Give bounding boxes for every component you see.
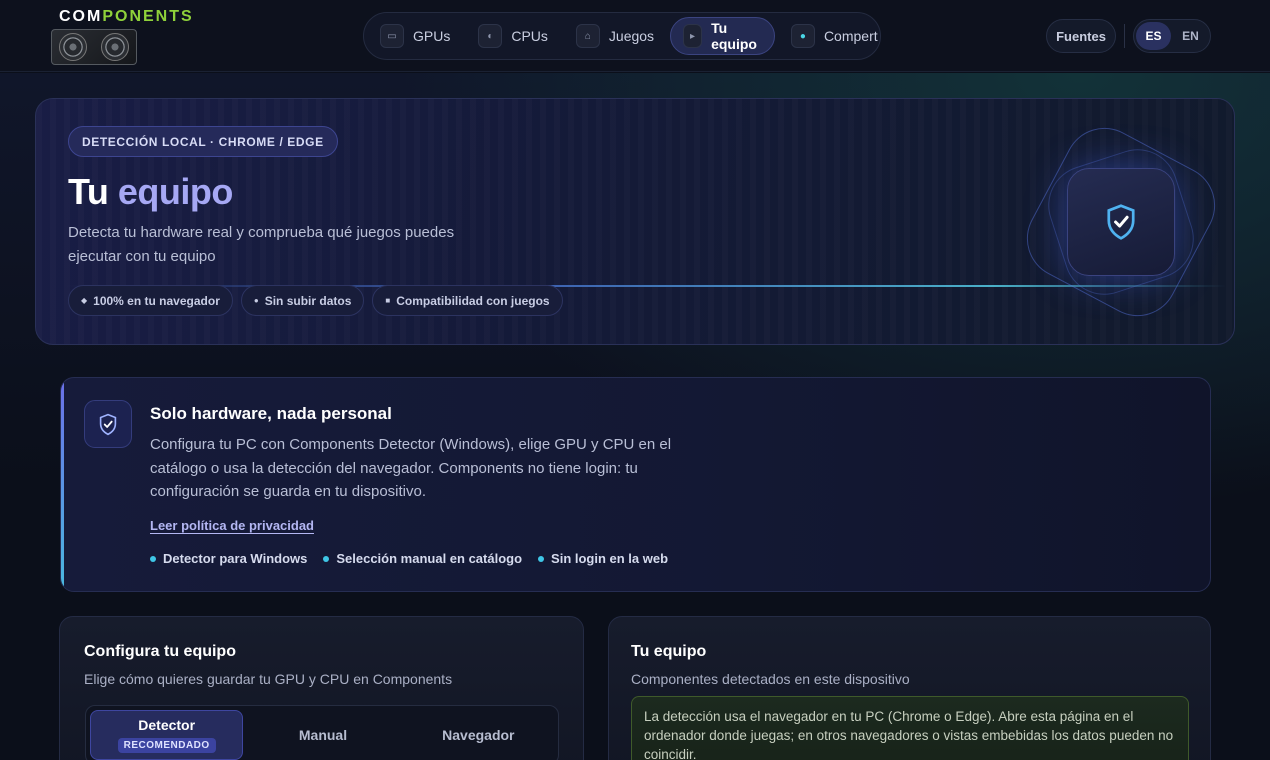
privacy-policy-link[interactable]: Leer política de privacidad	[150, 518, 314, 533]
logo-text-main: COM	[59, 8, 103, 25]
nav-item-label: Tu equipo	[711, 20, 757, 52]
language-switcher: ES EN	[1133, 19, 1211, 53]
hero-banner: DETECCIÓN LOCAL · CHROME / EDGE Tu equip…	[35, 98, 1235, 345]
lang-es-button[interactable]: ES	[1136, 22, 1171, 50]
monitor-icon: ■	[385, 296, 391, 305]
privacy-accent-bar	[61, 378, 64, 591]
sources-button[interactable]: Fuentes	[1046, 19, 1116, 53]
chip-label: Sin subir datos	[264, 293, 352, 308]
chip-label: Compatibilidad con juegos	[396, 293, 550, 308]
shield-check-icon	[1107, 204, 1135, 240]
bullet-dot-icon	[323, 555, 330, 562]
nav-item-label: Juegos	[608, 28, 655, 44]
top-bar: COMPONENTS ▭ GPUs ◐ CPUs ⌂ Juegos ▸ Tu e…	[0, 0, 1270, 72]
bullet-label: Detector para Windows	[163, 551, 308, 566]
configure-card: Configura tu equipo Elige cómo quieres g…	[59, 616, 584, 760]
logo-text-accent: PONENTS	[102, 8, 194, 25]
detection-badge: DETECCIÓN LOCAL · CHROME / EDGE	[68, 126, 338, 157]
recommended-badge: RECOMENDADO	[117, 738, 216, 753]
shield-check-icon	[99, 413, 117, 435]
privacy-shield-icon-box	[84, 400, 132, 448]
main-nav: ▭ GPUs ◐ CPUs ⌂ Juegos ▸ Tu equipo ● Com…	[363, 12, 881, 60]
chip-browser: ◆ 100% en tu navegador	[68, 285, 233, 316]
fan-icon	[59, 33, 87, 61]
bullet-item: Detector para Windows	[150, 551, 307, 566]
privacy-bullets: Detector para Windows Selección manual e…	[150, 551, 668, 566]
chip-compatibility: ■ Compatibilidad con juegos	[372, 285, 563, 316]
lang-en-button[interactable]: EN	[1173, 22, 1208, 50]
tab-navegador[interactable]: Navegador	[403, 710, 554, 760]
bullet-dot-icon	[150, 555, 156, 562]
shield-box	[1067, 168, 1175, 276]
brand-logo[interactable]: COMPONENTS	[59, 8, 194, 26]
bullet-label: Sin login en la web	[551, 551, 669, 566]
title-accent: equipo	[117, 171, 233, 212]
gpu-icon: ▭	[380, 24, 404, 48]
configure-title: Configura tu equipo	[84, 643, 236, 660]
equipment-title: Tu equipo	[631, 643, 707, 660]
nav-item-label: CPUs	[511, 28, 548, 44]
bullet-label: Selección manual en catálogo	[336, 551, 523, 566]
dots-icon: ●	[790, 24, 815, 48]
detection-notice: La detección usa el navegador en tu PC (…	[631, 696, 1189, 760]
equipment-subtitle: Componentes detectados en este dispositi…	[631, 671, 910, 687]
tab-label: Navegador	[442, 727, 515, 743]
fan-icon	[101, 33, 129, 61]
nav-item-juegos[interactable]: ⌂ Juegos	[564, 17, 666, 55]
hero-shield-illustration	[1012, 113, 1230, 331]
bullet-dot-icon	[538, 555, 545, 562]
hero-chips: ◆ 100% en tu navegador ● Sin subir datos ■…	[68, 285, 563, 316]
privacy-notice: Solo hardware, nada personal Configura t…	[60, 377, 1211, 592]
nav-item-cpus[interactable]: ◐ CPUs	[466, 17, 560, 55]
cpu-icon: ◐	[478, 24, 503, 48]
gamepad-icon: ⌂	[575, 24, 600, 48]
gpu-card-logo-icon[interactable]	[51, 29, 137, 65]
play-icon: ▸	[683, 24, 703, 48]
chip-label: 100% en tu navegador	[93, 293, 220, 308]
nav-item-label: Compert	[823, 28, 878, 44]
header-divider	[1124, 24, 1125, 48]
sparkle-icon: ◆	[81, 296, 88, 305]
nav-item-compert[interactable]: ● Compert	[779, 17, 890, 55]
config-method-tabs: Detector RECOMENDADO Manual Navegador	[85, 705, 559, 760]
page-title: Tu equipo	[68, 171, 233, 213]
tab-detector[interactable]: Detector RECOMENDADO	[90, 710, 244, 760]
tab-label: Manual	[298, 727, 348, 743]
bullet-item: Sin login en la web	[538, 551, 668, 566]
cloud-icon: ●	[253, 296, 259, 305]
privacy-title: Solo hardware, nada personal	[150, 404, 392, 423]
chip-no-upload: ● Sin subir datos	[240, 285, 365, 316]
tab-label: Detector	[138, 717, 196, 733]
bullet-item: Selección manual en catálogo	[323, 551, 522, 566]
hero-subtitle: Detecta tu hardware real y comprueba qué…	[68, 224, 455, 265]
nav-item-label: GPUs	[413, 28, 451, 44]
nav-item-tu-equipo[interactable]: ▸ Tu equipo	[670, 17, 775, 55]
configure-subtitle: Elige cómo quieres guardar tu GPU y CPU …	[84, 671, 453, 687]
privacy-body: Configura tu PC con Components Detector …	[150, 436, 672, 500]
title-main: Tu	[68, 171, 109, 212]
nav-item-gpus[interactable]: ▭ GPUs	[368, 17, 462, 55]
tab-manual[interactable]: Manual	[247, 710, 398, 760]
equipment-card: Tu equipo Componentes detectados en este…	[608, 616, 1211, 760]
